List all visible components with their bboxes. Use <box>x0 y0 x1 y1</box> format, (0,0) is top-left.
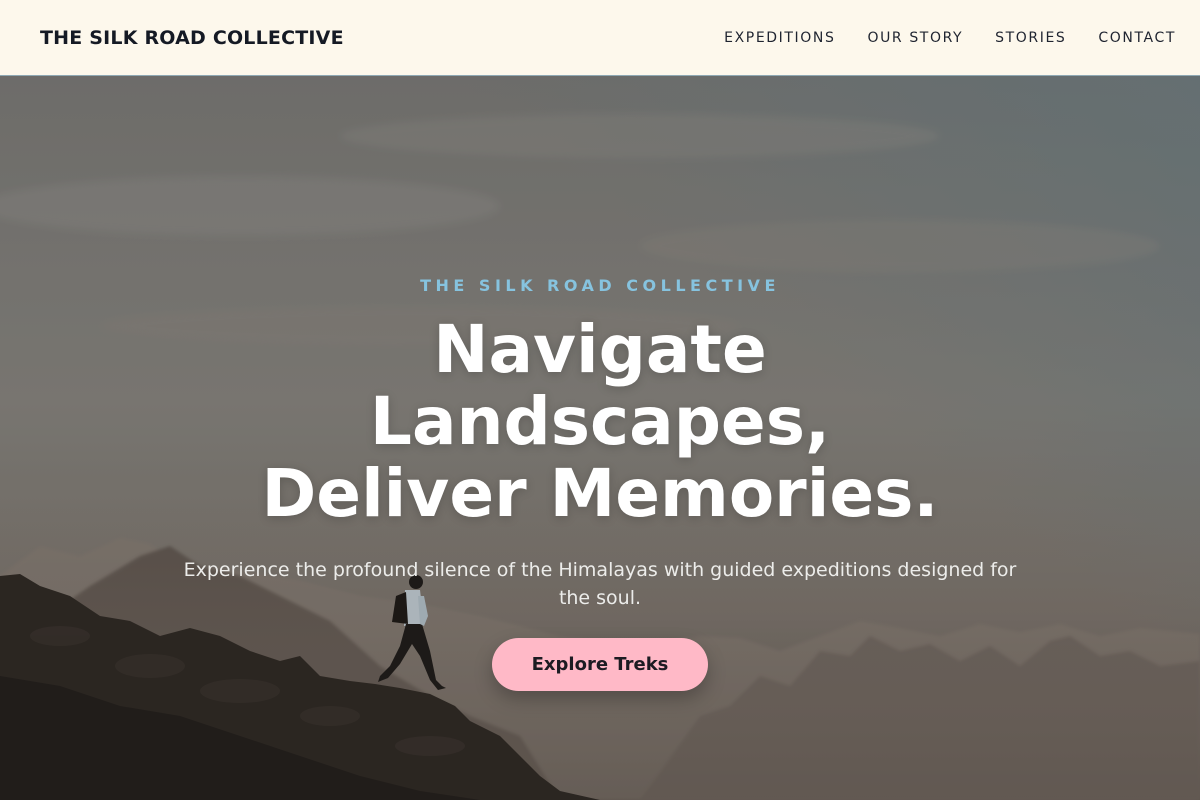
brand-logo[interactable]: THE SILK ROAD COLLECTIVE <box>40 27 344 49</box>
hero-eyebrow: THE SILK ROAD COLLECTIVE <box>420 276 780 295</box>
hero-subtext: Experience the profound silence of the H… <box>183 559 1017 609</box>
site-header: THE SILK ROAD COLLECTIVE EXPEDITIONS OUR… <box>0 0 1200 76</box>
hero-section: THE SILK ROAD COLLECTIVE Navigate Landsc… <box>0 76 1200 800</box>
nav-link-stories[interactable]: STORIES <box>995 30 1066 46</box>
main-nav: EXPEDITIONS OUR STORY STORIES CONTACT <box>724 30 1176 46</box>
nav-link-our-story[interactable]: OUR STORY <box>867 30 963 46</box>
landing-page: THE SILK ROAD COLLECTIVE EXPEDITIONS OUR… <box>0 0 1200 800</box>
nav-link-expeditions[interactable]: EXPEDITIONS <box>724 30 835 46</box>
hero-headline: Navigate Landscapes, Deliver Memories. <box>150 314 1050 530</box>
explore-treks-button[interactable]: Explore Treks <box>492 638 708 691</box>
headline-line-3: Deliver Memories. <box>261 455 939 532</box>
headline-line-2: Landscapes, <box>369 383 831 460</box>
headline-line-1: Navigate <box>433 311 767 388</box>
nav-link-contact[interactable]: CONTACT <box>1098 30 1176 46</box>
